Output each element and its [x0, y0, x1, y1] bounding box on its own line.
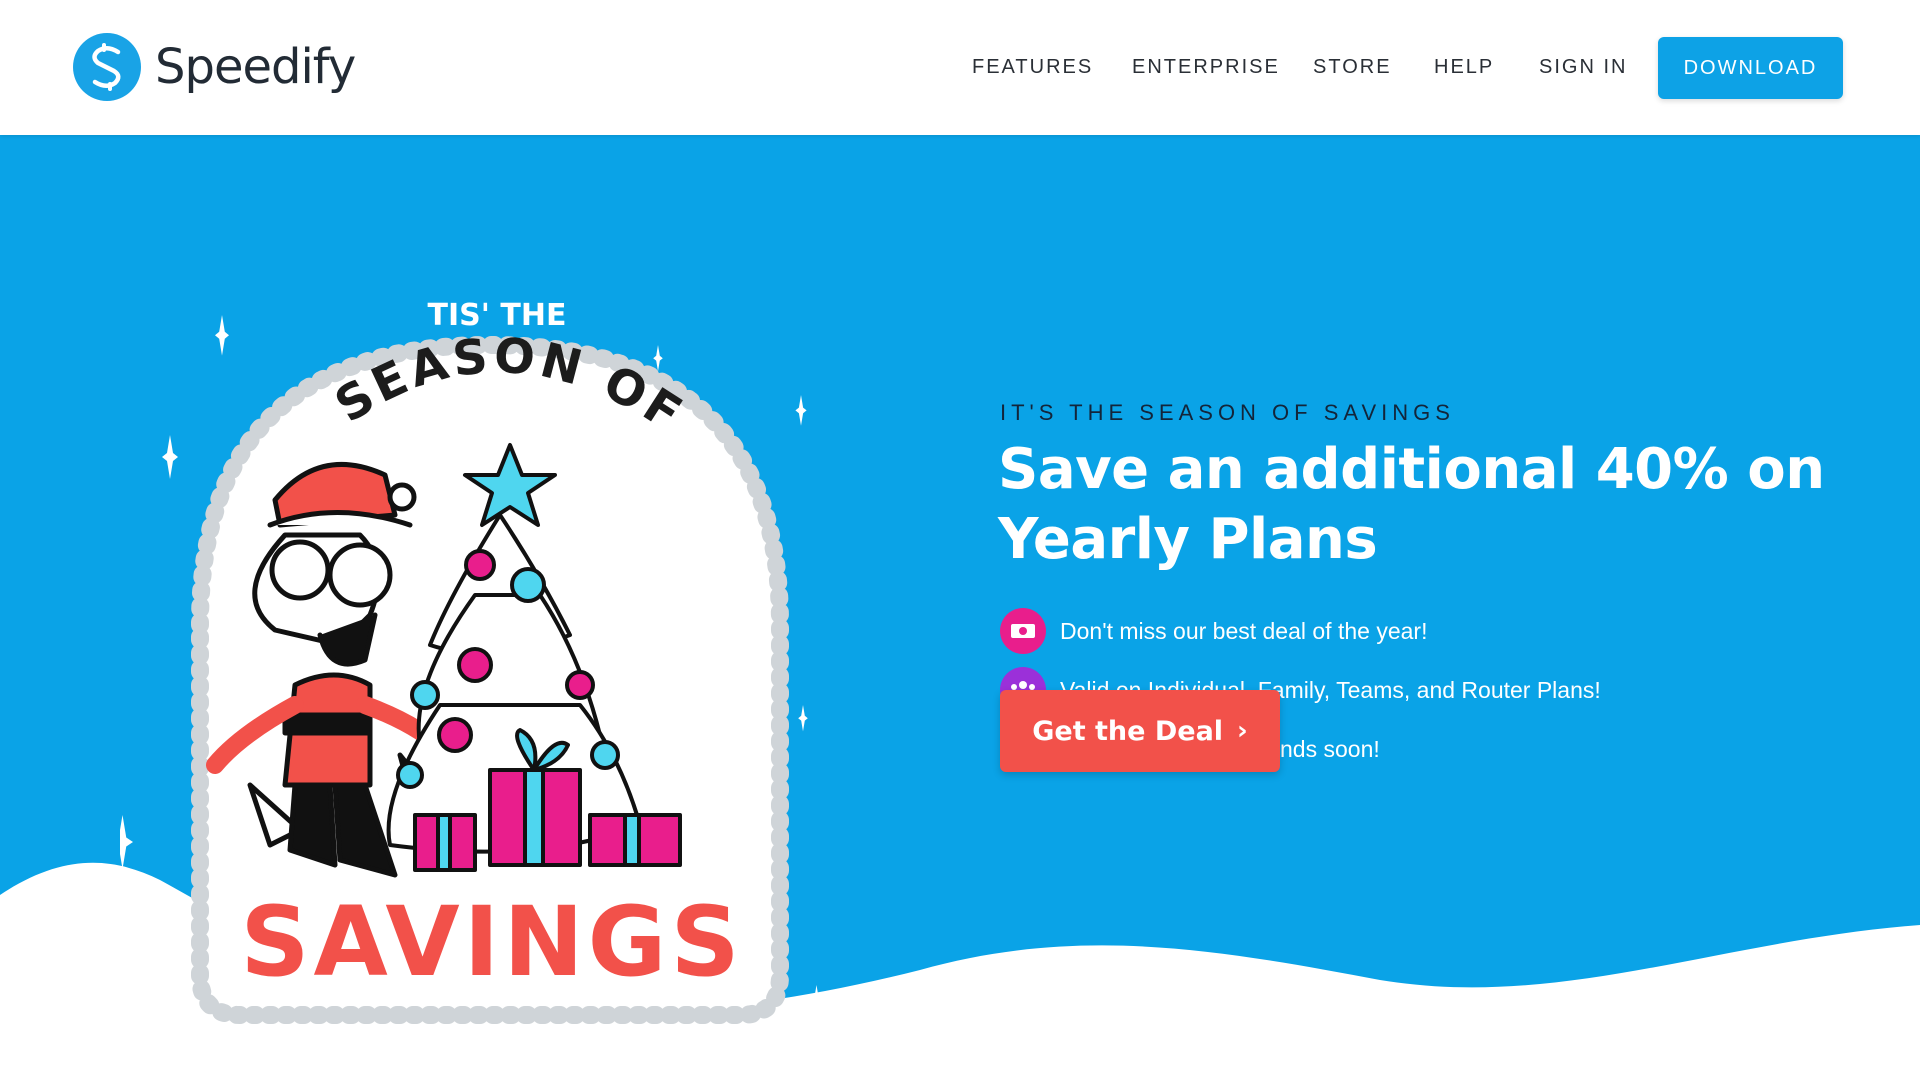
- nav-enterprise[interactable]: ENTERPRISE: [1132, 56, 1280, 79]
- chevron-right-icon: ›: [1237, 716, 1248, 746]
- nav-sign-in[interactable]: SIGN IN: [1539, 56, 1627, 79]
- feature-item: Don't miss our best deal of the year!: [1000, 608, 1427, 654]
- speedify-logo-icon: [73, 33, 141, 101]
- download-button[interactable]: DOWNLOAD: [1658, 37, 1843, 99]
- nav-help[interactable]: HELP: [1434, 56, 1494, 79]
- season-of-savings-badge: TIS' THE SEASON OF SAVINGS: [120, 298, 820, 1024]
- badge-bottom-text: SAVINGS: [240, 886, 743, 998]
- hero-section: TIS' THE SEASON OF SAVINGS IT'S THE SEAS…: [0, 135, 1920, 1080]
- feature-text: Don't miss our best deal of the year!: [1060, 617, 1428, 644]
- site-header: Speedify FEATURES ENTERPRISE STORE HELP …: [0, 0, 1920, 135]
- hero-headline: Save an additional 40% on Yearly Plans: [998, 437, 1825, 572]
- hero-eyebrow: IT'S THE SEASON OF SAVINGS: [1000, 400, 1455, 425]
- nav-store[interactable]: STORE: [1313, 56, 1392, 79]
- get-the-deal-button[interactable]: Get the Deal ›: [1000, 690, 1280, 772]
- nav-features[interactable]: FEATURES: [972, 56, 1093, 79]
- money-icon: [1000, 608, 1046, 654]
- cta-label: Get the Deal: [1032, 715, 1224, 747]
- logo-text: Speedify: [155, 39, 356, 95]
- speedify-logo[interactable]: Speedify: [73, 33, 356, 101]
